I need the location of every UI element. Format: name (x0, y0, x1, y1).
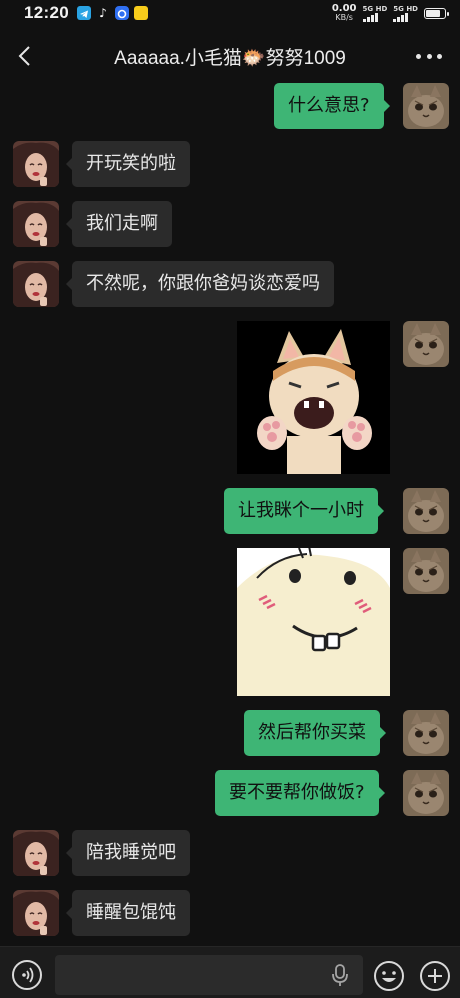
signal-sim1: 5G HD (362, 4, 388, 22)
more-dots-icon[interactable] (416, 44, 442, 68)
app-circle-icon (114, 6, 129, 20)
message-bubble-outgoing[interactable]: 要不要帮你做饭? (215, 770, 385, 816)
emoji-icon[interactable] (373, 960, 405, 992)
message-bubble-incoming[interactable]: 我们走啊 (66, 201, 172, 247)
sim2-label: 5G HD (393, 4, 418, 13)
status-right: 0.00 KB/s 5G HD 5G HD (331, 3, 449, 23)
message-bubble-incoming[interactable]: 睡醒包馄饨 (66, 890, 190, 936)
contact-avatar[interactable] (13, 830, 59, 876)
tiktok-icon: ♪ (99, 6, 107, 20)
sim1-label: 5G HD (362, 4, 388, 13)
my-avatar[interactable] (403, 488, 449, 534)
my-avatar[interactable] (403, 710, 449, 756)
chat-header: Aaaaaa.小毛猫🐡努努1009 (0, 32, 460, 80)
my-avatar[interactable] (403, 83, 449, 129)
back-arrow-icon[interactable] (14, 44, 38, 68)
status-time: 12:20 (24, 3, 69, 22)
my-avatar[interactable] (403, 321, 449, 367)
chat-title: Aaaaaa.小毛猫🐡努努1009 (114, 47, 346, 69)
battery-fill (426, 9, 441, 17)
contact-avatar[interactable] (13, 201, 59, 247)
message-bubble-outgoing[interactable]: 然后帮你买菜 (244, 710, 386, 756)
network-speed-unit: KB/s (335, 13, 353, 22)
signal-sim2: 5G HD (393, 5, 418, 22)
input-bar (0, 946, 460, 998)
contact-avatar[interactable] (13, 141, 59, 187)
network-speed: 0.00 KB/s (331, 3, 357, 23)
message-bubble-incoming[interactable]: 不然呢，你跟你爸妈谈恋爱吗 (66, 261, 334, 307)
message-bubble-incoming[interactable]: 开玩笑的啦 (66, 141, 190, 187)
message-bubble-incoming[interactable]: 陪我睡觉吧 (66, 830, 190, 876)
message-input[interactable] (55, 955, 363, 995)
voice-icon[interactable] (12, 960, 42, 990)
status-notification-icons: ♪ (76, 6, 148, 20)
laughing-cat-sticker[interactable] (237, 321, 390, 474)
message-bubble-outgoing[interactable]: 让我眯个一小时 (224, 488, 384, 534)
telegram-icon (76, 6, 91, 20)
contact-avatar[interactable] (13, 890, 59, 936)
message-bubble-outgoing[interactable]: 什么意思? (274, 83, 390, 129)
contact-avatar[interactable] (13, 261, 59, 307)
plus-icon[interactable] (419, 960, 451, 992)
network-speed-value: 0.00 (331, 3, 357, 14)
status-bar: 12:20 ♪ 0.00 KB/s 5G HD 5G HD (0, 0, 460, 26)
signal-bars-icon (393, 12, 409, 22)
bucktooth-face-sticker[interactable] (237, 548, 390, 696)
app-yellow-icon (133, 6, 148, 20)
my-avatar[interactable] (403, 770, 449, 816)
my-avatar[interactable] (403, 548, 449, 594)
mic-icon[interactable] (330, 964, 350, 988)
signal-bars-icon (362, 12, 378, 22)
battery-icon (424, 7, 449, 19)
message-list[interactable]: 什么意思? 开玩笑的啦 我们走啊 不然呢，你跟你爸妈谈恋爱吗 让我眯个一小时 然… (0, 80, 460, 940)
